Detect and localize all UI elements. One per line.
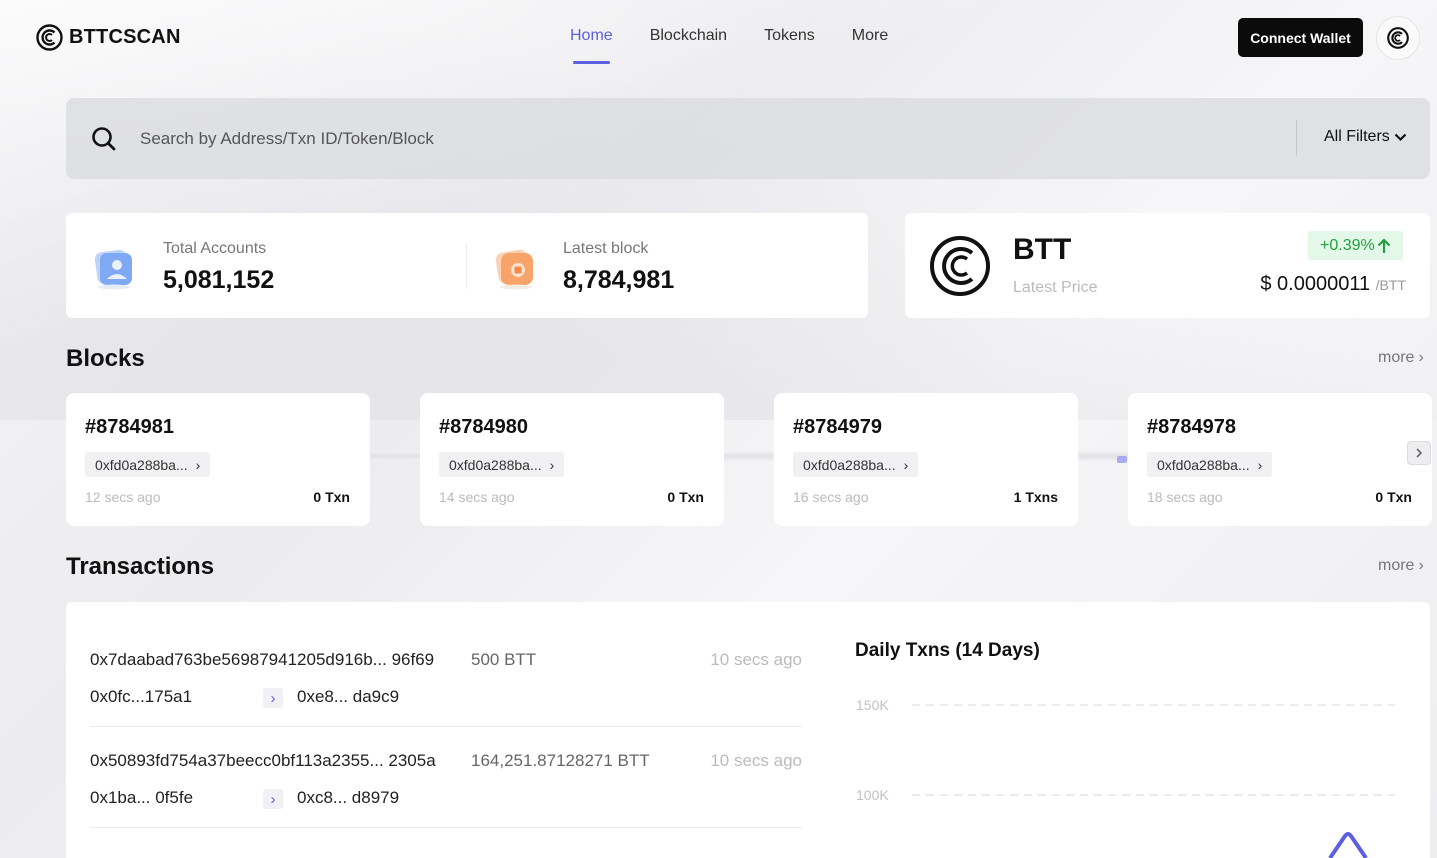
tx-hash[interactable]: 0x50893fd754a37beecc0bf113a2355... 2305a [90, 751, 436, 771]
all-filters-dropdown[interactable]: All Filters [1324, 128, 1407, 146]
bttc-logo-icon [36, 24, 63, 51]
y-tick-label: 100K [856, 787, 889, 803]
chevron-right-icon: › [1257, 456, 1263, 473]
block-hash-text: 0xfd0a288ba... [449, 456, 542, 473]
connect-wallet-button[interactable]: Connect Wallet [1238, 18, 1363, 57]
block-txn-count: 0 Txn [1375, 489, 1412, 505]
transactions-more-link[interactable]: more › [1378, 557, 1424, 575]
block-txn-count: 0 Txn [313, 489, 350, 505]
latest-price-label: Latest Price [1013, 279, 1098, 296]
search-bar: All Filters [66, 98, 1430, 179]
row-divider [90, 827, 802, 828]
total-accounts-value: 5,081,152 [163, 266, 275, 294]
top-header: BTTCSCAN Home Blockchain Tokens More Con… [0, 0, 1437, 80]
block-number[interactable]: #8784981 [85, 416, 174, 439]
chevron-right-icon: › [1418, 349, 1424, 366]
carousel-indicator [1117, 456, 1127, 463]
price-change-badge: +0.39% [1308, 231, 1403, 260]
network-switch-button[interactable] [1376, 16, 1420, 60]
nav-blockchain[interactable]: Blockchain [650, 27, 727, 45]
block-card[interactable]: #8784978 0xfd0a288ba... › 18 secs ago 0 … [1128, 393, 1432, 526]
blocks-carousel: #8784981 0xfd0a288ba... › 12 secs ago 0 … [66, 393, 1437, 526]
tx-amount: 164,251.87128271 BTT [471, 751, 650, 770]
latest-block-label: Latest block [563, 240, 649, 257]
chevron-right-icon [1416, 448, 1423, 458]
price-amount: $ 0.0000011 [1260, 273, 1371, 295]
arrow-up-icon [1377, 237, 1390, 253]
transactions-list: 0x7daabad763be56987941205d916b... 96f69 … [66, 602, 830, 858]
daily-txns-chart-panel: Daily Txns (14 Days) 150K 100K [830, 602, 1430, 858]
total-accounts-label: Total Accounts [163, 240, 267, 257]
nav-home[interactable]: Home [570, 27, 613, 64]
tx-from-address[interactable]: 0x1ba... 0f5fe [90, 788, 193, 808]
chevron-down-icon [1394, 133, 1407, 141]
chevron-right-icon: › [1418, 557, 1424, 574]
y-tick-label: 150K [856, 697, 889, 713]
price-unit: /BTT [1375, 277, 1406, 293]
search-input[interactable] [140, 124, 1240, 154]
main-nav: Home Blockchain Tokens More [570, 27, 888, 64]
block-hash[interactable]: 0xfd0a288ba... › [439, 452, 565, 477]
price-card: BTT Latest Price +0.39% $ 0.0000011 /BTT [905, 213, 1430, 318]
block-time: 14 secs ago [439, 489, 515, 505]
total-accounts-stat: Total Accounts 5,081,152 [66, 213, 466, 318]
tx-time: 10 secs ago [710, 751, 802, 770]
price-value: $ 0.0000011 /BTT [1260, 273, 1406, 296]
tx-time: 10 secs ago [710, 650, 802, 669]
block-time: 12 secs ago [85, 489, 161, 505]
tx-amount: 500 BTT [471, 650, 537, 669]
token-name: BTT [1013, 233, 1072, 266]
bttc-network-icon [1387, 27, 1409, 49]
transaction-row: 0x50893fd754a37beecc0bf113a2355... 2305a… [90, 703, 802, 828]
block-hash-text: 0xfd0a288ba... [1157, 456, 1250, 473]
latest-block-value[interactable]: 8,784,981 [563, 266, 674, 295]
more-label: more [1378, 349, 1415, 366]
search-icon[interactable] [90, 125, 118, 153]
price-change-value: +0.39% [1320, 236, 1375, 254]
btt-token-icon [930, 236, 990, 296]
latest-block-stat: Latest block 8,784,981 [466, 213, 868, 318]
block-number[interactable]: #8784980 [439, 416, 528, 439]
block-card[interactable]: #8784979 0xfd0a288ba... › 16 secs ago 1 … [774, 393, 1078, 526]
site-logo[interactable]: BTTCSCAN [36, 24, 181, 51]
block-hash-text: 0xfd0a288ba... [95, 456, 188, 473]
block-hash[interactable]: 0xfd0a288ba... › [1147, 452, 1273, 477]
block-hash[interactable]: 0xfd0a288ba... › [793, 452, 919, 477]
chevron-right-icon: › [903, 456, 909, 473]
arrow-right-icon: › [263, 789, 283, 809]
block-icon [495, 249, 533, 290]
filter-divider [1296, 120, 1297, 156]
block-time: 18 secs ago [1147, 489, 1223, 505]
block-card[interactable]: #8784980 0xfd0a288ba... › 14 secs ago 0 … [420, 393, 724, 526]
transaction-row: 0x7daabad763be56987941205d916b... 96f69 … [90, 602, 802, 727]
carousel-next-button[interactable] [1407, 441, 1431, 465]
block-txn-count: 0 Txn [667, 489, 704, 505]
block-time: 16 secs ago [793, 489, 869, 505]
chevron-right-icon: › [549, 456, 555, 473]
nav-more[interactable]: More [852, 27, 888, 45]
block-number[interactable]: #8784979 [793, 416, 882, 439]
tx-to-address[interactable]: 0xc8... d8979 [297, 788, 399, 808]
tx-hash[interactable]: 0x7daabad763be56987941205d916b... 96f69 [90, 650, 434, 670]
accounts-icon [94, 249, 132, 290]
block-connector [724, 451, 774, 461]
block-hash-text: 0xfd0a288ba... [803, 456, 896, 473]
blocks-title: Blocks [66, 345, 145, 372]
daily-txns-chart: 150K 100K [856, 697, 1395, 858]
block-connector [370, 451, 420, 461]
transactions-title: Transactions [66, 553, 215, 580]
blocks-more-link[interactable]: more › [1378, 349, 1424, 367]
nav-tokens[interactable]: Tokens [764, 27, 815, 45]
filter-label: All Filters [1324, 128, 1390, 145]
logo-text: BTTCSCAN [69, 26, 181, 48]
block-card[interactable]: #8784981 0xfd0a288ba... › 12 secs ago 0 … [66, 393, 370, 526]
series-line [1328, 832, 1368, 858]
block-number[interactable]: #8784978 [1147, 416, 1236, 439]
chevron-right-icon: › [195, 456, 201, 473]
block-txn-count: 1 Txns [1013, 489, 1058, 505]
stats-card: Total Accounts 5,081,152 Latest block 8,… [66, 213, 868, 318]
more-label: more [1378, 557, 1415, 574]
block-hash[interactable]: 0xfd0a288ba... › [85, 452, 211, 477]
